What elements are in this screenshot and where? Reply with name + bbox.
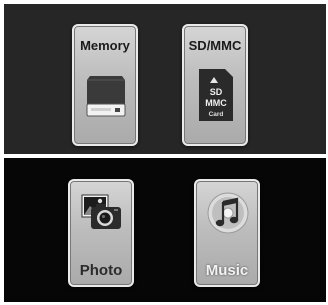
internal-memory-icon — [86, 76, 126, 117]
music-label: Music — [205, 262, 249, 279]
sd-mmc-label: SD/MMC — [188, 38, 242, 53]
memory-label: Memory — [80, 38, 130, 53]
sd-card-text-card: Card — [209, 111, 224, 118]
memory-button[interactable]: Memory — [72, 24, 138, 146]
storage-menu-panel: Memory SD/MMC SD MMC Card — [4, 4, 326, 154]
sd-card-icon: SD MMC Card — [199, 69, 233, 121]
sd-card-text-sd: SD — [210, 87, 223, 97]
photo-button[interactable]: Photo — [68, 179, 134, 287]
music-button[interactable]: Music — [194, 179, 260, 287]
photo-camera-icon — [81, 194, 121, 229]
sd-card-text-mmc: MMC — [205, 98, 227, 108]
music-note-icon — [207, 192, 249, 234]
photo-label: Photo — [79, 262, 123, 279]
sd-mmc-button[interactable]: SD/MMC SD MMC Card — [182, 24, 248, 146]
media-menu-panel: Photo Music — [4, 158, 326, 302]
